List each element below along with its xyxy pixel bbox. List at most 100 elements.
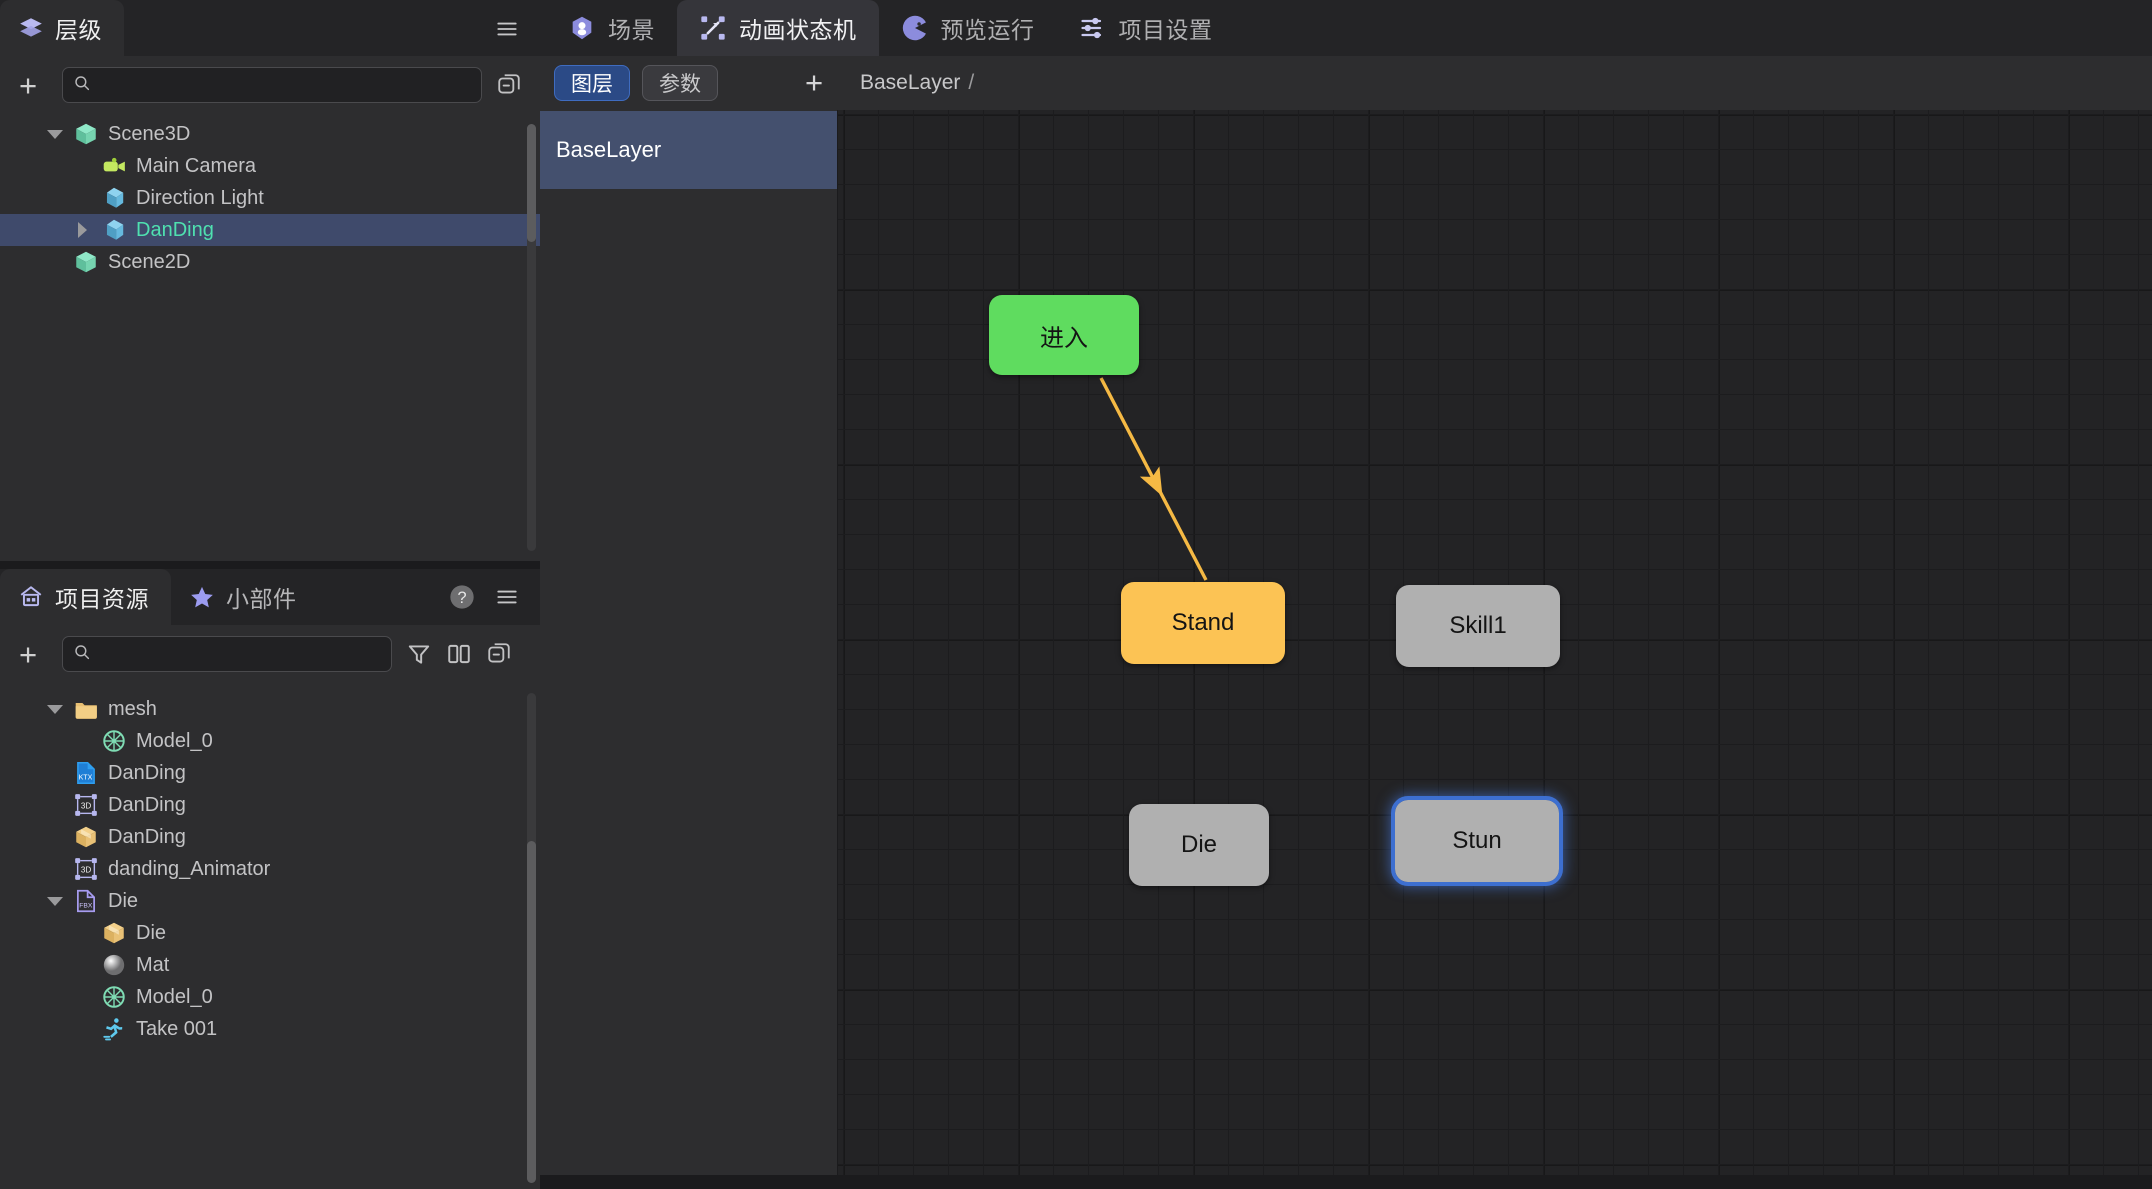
tree-row[interactable]: DanDing (0, 821, 540, 853)
panel-divider[interactable] (0, 561, 540, 569)
chevron-down-icon[interactable] (46, 892, 64, 910)
assets-search[interactable] (62, 636, 392, 672)
help-circle-icon[interactable]: ? (448, 583, 476, 611)
tree-row[interactable]: Model_0 (0, 981, 540, 1013)
layers-button[interactable]: 图层 (554, 65, 630, 101)
mesh-icon (101, 728, 127, 754)
hamburger-menu-icon[interactable] (494, 16, 520, 42)
tab-project-assets[interactable]: 项目资源 (0, 569, 171, 625)
tree-row[interactable]: Scene3D (0, 118, 540, 150)
filter-icon[interactable] (406, 641, 432, 667)
tab-hierarchy[interactable]: 层级 (0, 0, 124, 56)
transition-line[interactable] (1101, 378, 1206, 580)
tree-row[interactable]: Mat (0, 949, 540, 981)
tree-row-label: DanDing (108, 794, 186, 817)
split-view-icon[interactable] (446, 641, 472, 667)
collapse-all-icon[interactable] (486, 641, 512, 667)
state-node-label: Stand (1172, 609, 1235, 637)
tab-project-settings-label: 项目设置 (1119, 11, 1213, 45)
tree-row[interactable]: KTXDanDing (0, 757, 540, 789)
state-node-stand[interactable]: Stand (1121, 582, 1285, 664)
main-area: 场景 动画状态机 (540, 0, 2152, 1189)
tab-scene[interactable]: 场景 (546, 0, 677, 56)
state-node-stun[interactable]: Stun (1395, 800, 1559, 882)
tree-row-label: Mat (136, 954, 169, 977)
tab-scene-label: 场景 (608, 11, 655, 45)
assets-search-input[interactable] (99, 644, 381, 664)
tree-row[interactable]: mesh (0, 693, 540, 725)
tab-preview-run[interactable]: 预览运行 (879, 0, 1057, 56)
hierarchy-toolbar: + (0, 56, 540, 114)
cube-blue-icon (101, 185, 127, 211)
tree-row-label: Main Camera (136, 155, 256, 178)
mesh-icon (101, 984, 127, 1010)
add-node-button[interactable]: + (8, 65, 48, 105)
caret-placeholder (74, 189, 92, 207)
breadcrumb-root[interactable]: BaseLayer (860, 71, 960, 95)
hierarchy-search-input[interactable] (99, 75, 471, 95)
caret-placeholder (74, 924, 92, 942)
tree-row[interactable]: Die (0, 917, 540, 949)
tree-row[interactable]: FBX Die (0, 885, 540, 917)
caret-placeholder (74, 157, 92, 175)
breadcrumb: BaseLayer / (838, 71, 2152, 95)
collapse-all-icon[interactable] (496, 72, 522, 98)
state-node-die[interactable]: Die (1129, 804, 1269, 886)
parameters-button[interactable]: 参数 (642, 65, 718, 101)
chevron-right-icon[interactable] (74, 221, 92, 239)
hierarchy-scrollbar[interactable] (527, 124, 536, 551)
hierarchy-tree[interactable]: Scene3D Main Camera Direction LightDanDing… (0, 114, 540, 561)
assets-tabbar: 项目资源 小部件 ? (0, 569, 540, 625)
layer-item-baselayer[interactable]: BaseLayer (540, 111, 837, 189)
tree-row[interactable]: Take 001 (0, 1013, 540, 1045)
caret-placeholder (46, 860, 64, 878)
state-graph-canvas[interactable]: 进入 Stand Skill1 Die Stun (838, 110, 2152, 1175)
prefab-3d-icon: 3D (73, 792, 99, 818)
assets-scroll-thumb[interactable] (527, 841, 536, 1183)
hierarchy-scroll-thumb[interactable] (527, 124, 536, 242)
tree-row-label: Scene3D (108, 123, 190, 146)
tree-row-label: DanDing (108, 762, 186, 785)
hamburger-menu-icon[interactable] (494, 584, 520, 610)
tree-row[interactable]: Main Camera (0, 150, 540, 182)
tab-hierarchy-label: 层级 (55, 11, 102, 45)
tree-row-label: Model_0 (136, 986, 213, 1009)
left-column: 层级 + (0, 0, 540, 1189)
tree-row[interactable]: 3Ddanding_Animator (0, 853, 540, 885)
prefab-3d-icon: 3D (73, 856, 99, 882)
hierarchy-search[interactable] (62, 67, 482, 103)
assets-scrollbar[interactable] (527, 693, 536, 1183)
preview-run-icon (901, 14, 929, 42)
tab-widgets-label: 小部件 (226, 580, 297, 614)
state-node-skill1[interactable]: Skill1 (1396, 585, 1560, 667)
main-tabbar: 场景 动画状态机 (540, 0, 2152, 56)
tree-row-label: Die (108, 890, 138, 913)
chevron-down-icon[interactable] (46, 125, 64, 143)
search-icon (73, 643, 91, 666)
hierarchy-panel: 层级 + (0, 0, 540, 561)
tab-project-settings[interactable]: 项目设置 (1057, 0, 1235, 56)
layers-list[interactable]: BaseLayer (540, 110, 838, 1175)
add-layer-button[interactable]: + (790, 63, 838, 103)
state-node-label: Die (1181, 831, 1217, 859)
tree-row[interactable]: Model_0 (0, 725, 540, 757)
caret-placeholder (74, 988, 92, 1006)
tree-row[interactable]: 3D DanDing (0, 789, 540, 821)
house-icon (18, 584, 44, 610)
tree-row[interactable]: Direction Light (0, 182, 540, 214)
caret-placeholder (74, 1020, 92, 1038)
chevron-down-icon[interactable] (46, 700, 64, 718)
transition-arrowhead (1140, 466, 1172, 501)
add-asset-button[interactable]: + (8, 634, 48, 674)
tree-row[interactable]: Scene2D (0, 246, 540, 278)
caret-placeholder (46, 253, 64, 271)
tab-widgets[interactable]: 小部件 (171, 569, 319, 625)
tab-animation-state-machine[interactable]: 动画状态机 (677, 0, 879, 56)
fbx-file-icon: FBX (73, 888, 99, 914)
tree-row[interactable]: DanDing (0, 214, 540, 246)
cube-green-icon (73, 249, 99, 275)
assets-tree[interactable]: meshModel_0KTXDanDing3DDanDingDanDing3Dd… (0, 683, 540, 1189)
tree-row-label: Scene2D (108, 251, 190, 274)
folder-icon (73, 696, 99, 722)
state-node-entry[interactable]: 进入 (989, 295, 1139, 375)
